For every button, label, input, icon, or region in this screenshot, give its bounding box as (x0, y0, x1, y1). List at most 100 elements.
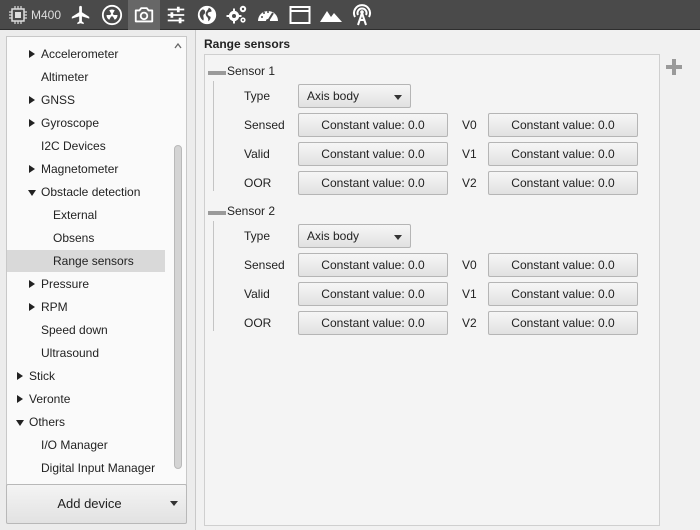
type-select-value: Axis body (307, 229, 360, 243)
window-button[interactable] (284, 0, 316, 30)
scroll-up-arrow[interactable] (173, 41, 183, 51)
device-name: M400 (31, 8, 62, 22)
collapsed-arrow-icon[interactable] (29, 119, 35, 127)
chevron-down-icon (394, 95, 402, 100)
collapsed-arrow-icon[interactable] (17, 372, 23, 380)
tree-item[interactable]: Speed down (7, 319, 165, 341)
v-value-button[interactable]: Constant value: 0.0 (488, 282, 638, 306)
section-guide-line (213, 81, 214, 191)
type-select-value: Axis body (307, 89, 360, 103)
tree-item-label: I/O Manager (41, 438, 108, 452)
v-value-button[interactable]: Constant value: 0.0 (488, 311, 638, 335)
plane-icon (70, 4, 92, 26)
v-label: V0 (462, 118, 477, 132)
tree-item-label: Stick (29, 369, 56, 383)
type-select[interactable]: Axis body (298, 224, 411, 248)
type-label: Type (244, 229, 271, 243)
value-source-button[interactable]: Constant value: 0.0 (298, 113, 448, 137)
tree-item[interactable]: Altimeter (7, 66, 165, 88)
value-source-button[interactable]: Constant value: 0.0 (298, 142, 448, 166)
tree-item-label: External (53, 208, 98, 222)
device-selector[interactable]: M400 (2, 0, 66, 30)
v-value-button[interactable]: Constant value: 0.0 (488, 142, 638, 166)
v-value-button[interactable]: Constant value: 0.0 (488, 253, 638, 277)
tree-item[interactable]: I/O Manager (7, 434, 165, 456)
tree-item-label: Range sensors (53, 254, 134, 268)
collapsed-arrow-icon[interactable] (29, 96, 35, 104)
row-label: Valid (244, 147, 270, 161)
mountain-button[interactable] (316, 0, 346, 30)
tree-item-label: Accelerometer (41, 47, 119, 61)
collapse-toggle-icon[interactable] (208, 211, 226, 215)
value-source-button[interactable]: Constant value: 0.0 (298, 171, 448, 195)
globe-button[interactable] (192, 0, 222, 30)
type-select[interactable]: Axis body (298, 84, 411, 108)
left-panel: Accelerometer Altimeter GNSS Gyroscope I2C D… (0, 30, 196, 530)
collapse-toggle-icon[interactable] (208, 71, 226, 75)
tree-item[interactable]: Range sensors (7, 250, 165, 272)
radiation-button[interactable] (96, 0, 128, 30)
tree-item[interactable]: Stick (7, 365, 165, 387)
expanded-arrow-icon[interactable] (28, 190, 36, 196)
add-device-button[interactable]: Add device (6, 484, 187, 524)
gauge-icon (256, 4, 280, 26)
antenna-button[interactable] (346, 0, 378, 30)
tree-item[interactable]: Obstacle detection (7, 181, 165, 203)
tree-item-label: Ultrasound (41, 346, 100, 360)
antenna-icon (351, 3, 373, 27)
v-value-button[interactable]: Constant value: 0.0 (488, 113, 638, 137)
mountain-icon (319, 5, 343, 25)
collapsed-arrow-icon[interactable] (17, 395, 23, 403)
scroll-thumb[interactable] (174, 145, 182, 469)
tree-item-label: GNSS (41, 93, 76, 107)
tree-item[interactable]: Veronte (7, 388, 165, 410)
device-tree: Accelerometer Altimeter GNSS Gyroscope I2C D… (6, 36, 187, 506)
v-label: V1 (462, 147, 477, 161)
gears-button[interactable] (222, 0, 252, 30)
plus-icon (664, 59, 684, 80)
tree-item[interactable]: Obsens (7, 227, 165, 249)
collapsed-arrow-icon[interactable] (29, 50, 35, 58)
v-label: V2 (462, 316, 477, 330)
tree-item[interactable]: Ultrasound (7, 342, 165, 364)
tree-item-label: Gyroscope (41, 116, 100, 130)
v-label: V0 (462, 258, 477, 272)
camera-button[interactable] (128, 0, 160, 30)
sensor-title: Sensor 1 (227, 64, 276, 78)
collapsed-arrow-icon[interactable] (29, 303, 35, 311)
v-value-button[interactable]: Constant value: 0.0 (488, 171, 638, 195)
tree-item[interactable]: Others (7, 411, 165, 433)
collapsed-arrow-icon[interactable] (29, 280, 35, 288)
tree-item[interactable]: Pressure (7, 273, 165, 295)
v-label: V2 (462, 176, 477, 190)
row-label: OOR (244, 176, 272, 190)
sensor-title: Sensor 2 (227, 204, 276, 218)
collapsed-arrow-icon[interactable] (29, 165, 35, 173)
sliders-button[interactable] (160, 0, 192, 30)
tree-item-label: Obstacle detection (41, 185, 141, 199)
tree-item[interactable]: Accelerometer (7, 43, 165, 65)
tree-item[interactable]: I2C Devices (7, 135, 165, 157)
tree-item[interactable]: External (7, 204, 165, 226)
add-device-label: Add device (57, 496, 122, 511)
tree-item[interactable]: Magnetometer (7, 158, 165, 180)
tree-item[interactable]: RPM (7, 296, 165, 318)
tree-item[interactable]: Gyroscope (7, 112, 165, 134)
row-label: Sensed (244, 118, 285, 132)
gauge-button[interactable] (252, 0, 284, 30)
add-sensor-button[interactable] (664, 57, 684, 77)
tree-item-label: Altimeter (41, 70, 89, 84)
tree-item-label: I2C Devices (41, 139, 106, 153)
expanded-arrow-icon[interactable] (16, 420, 24, 426)
value-source-button[interactable]: Constant value: 0.0 (298, 311, 448, 335)
tree-item-label: Pressure (41, 277, 90, 291)
tree-scrollbar[interactable] (173, 41, 183, 503)
plane-button[interactable] (66, 0, 96, 30)
value-source-button[interactable]: Constant value: 0.0 (298, 253, 448, 277)
row-label: Valid (244, 287, 270, 301)
chevron-down-icon[interactable] (170, 501, 178, 506)
section-guide-line (213, 221, 214, 331)
tree-item[interactable]: GNSS (7, 89, 165, 111)
value-source-button[interactable]: Constant value: 0.0 (298, 282, 448, 306)
tree-item[interactable]: Digital Input Manager (7, 457, 165, 479)
